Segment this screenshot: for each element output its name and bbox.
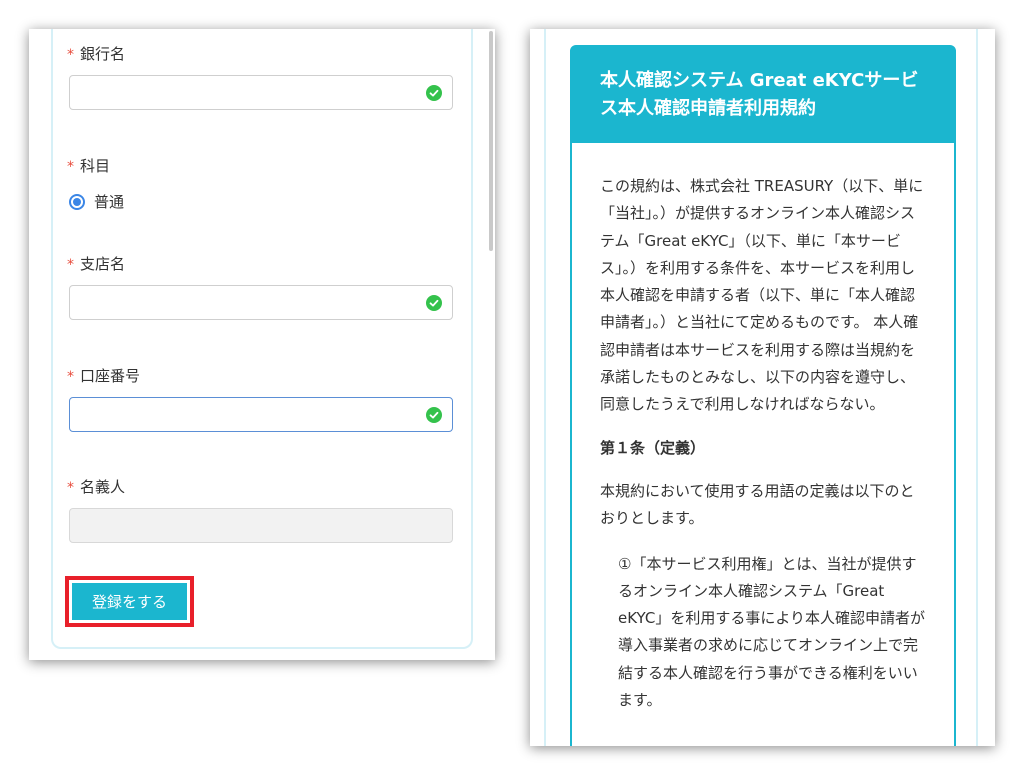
subject-label: * 科目 [67, 157, 111, 175]
radio-selected-icon[interactable] [69, 193, 85, 210]
register-button[interactable]: 登録をする [72, 583, 187, 620]
branch-name-input[interactable] [69, 285, 453, 320]
required-mark: * [67, 159, 74, 175]
required-mark: * [67, 257, 74, 273]
check-circle-icon [426, 85, 442, 101]
branch-name-label: * 支店名 [67, 255, 126, 273]
submit-highlight-frame: 登録をする [65, 576, 194, 627]
terms-outer-border-right [976, 29, 978, 746]
subject-radio-option[interactable]: 普通 [69, 191, 124, 212]
holder-name-input [69, 508, 453, 543]
required-mark: * [67, 47, 74, 63]
check-circle-icon [426, 407, 442, 423]
scrollbar[interactable] [489, 31, 493, 251]
required-mark: * [67, 369, 74, 385]
registration-form-panel: * 銀行名 * 科目 普通 * 支店名 * 口座番号 * 名義人 登録をする [29, 29, 495, 660]
terms-intro: この規約は、株式会社 TREASURY（以下、単に「当社」。）が提供するオンライ… [600, 177, 924, 414]
account-number-input[interactable] [69, 397, 453, 432]
required-mark: * [67, 480, 74, 496]
article1-title: 第１条（定義） [600, 438, 706, 457]
check-circle-icon [426, 295, 442, 311]
terms-card[interactable]: 本人確認システム Great eKYCサービス本人確認申請者利用規約 この規約は… [570, 45, 956, 746]
terms-title: 本人確認システム Great eKYCサービス本人確認申請者利用規約 [572, 47, 954, 143]
terms-outer-border [544, 29, 552, 746]
terms-body: この規約は、株式会社 TREASURY（以下、単に「当社」。）が提供するオンライ… [572, 143, 954, 714]
terms-panel: 本人確認システム Great eKYCサービス本人確認申請者利用規約 この規約は… [530, 29, 995, 746]
account-number-label: * 口座番号 [67, 367, 141, 385]
subject-option-label: 普通 [94, 193, 125, 211]
holder-name-label: * 名義人 [67, 478, 126, 496]
bank-name-input[interactable] [69, 75, 453, 110]
article1-item1: ①「本サービス利用権」とは、当社が提供するオンライン本人確認システム「Great… [618, 554, 926, 710]
bank-name-label: * 銀行名 [67, 45, 126, 63]
form-card [51, 29, 473, 649]
article1-text: 本規約において使用する用語の定義は以下のとおりとします。 [600, 481, 915, 528]
